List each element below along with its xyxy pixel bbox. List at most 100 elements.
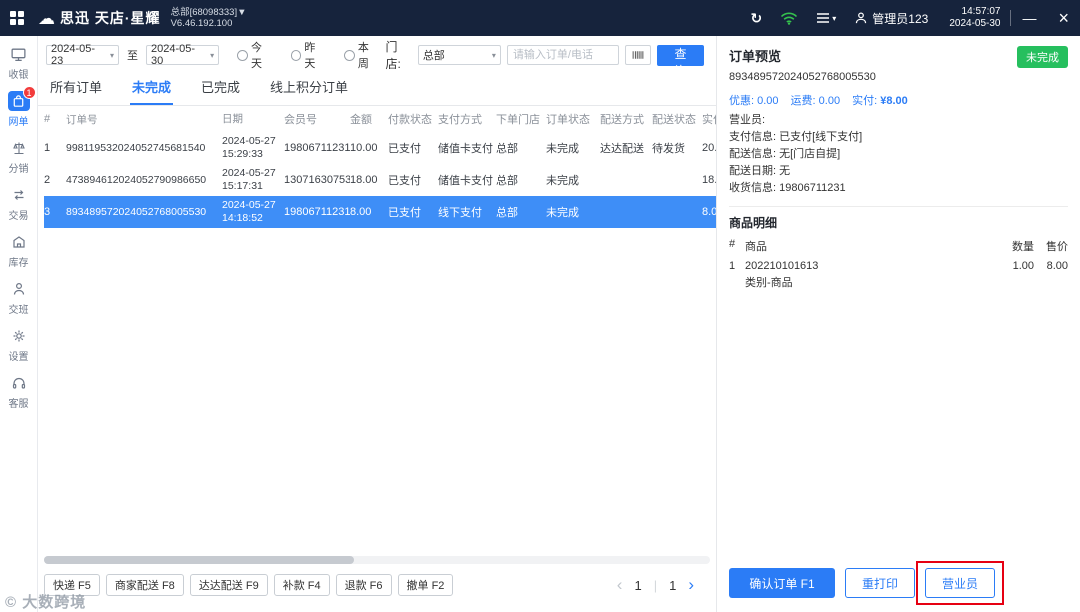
tab-online-points[interactable]: 线上积分订单 <box>268 77 350 105</box>
order-info-lines: 营业员: 支付信息: 已支付[线下支付] 配送信息: 无[门店自提] 配送日期:… <box>729 112 1068 197</box>
date-from-input[interactable]: 2024-05-23 ▾ <box>46 45 119 65</box>
status-badge: 未完成 <box>1017 46 1068 68</box>
supplement-payment-button[interactable]: 补款 F4 <box>274 574 330 596</box>
tab-unfinished[interactable]: 未完成 <box>130 77 173 105</box>
barcode-scan-button[interactable] <box>625 45 651 65</box>
sidebar-item-label: 设置 <box>9 348 29 363</box>
refund-button[interactable]: 退款 F6 <box>336 574 392 596</box>
cancel-order-button[interactable]: 撤单 F2 <box>398 574 454 596</box>
chevron-down-icon: ▾ <box>492 51 496 60</box>
sidebar: 收银 1 网单 分销 交易 <box>0 36 38 612</box>
user-menu[interactable]: 管理员123 <box>854 10 928 27</box>
date-to-input[interactable]: 2024-05-30 ▾ <box>146 45 219 65</box>
next-page-button[interactable]: › <box>688 575 694 595</box>
receiver-info-line: 收货信息: 19806711231 <box>729 180 1068 197</box>
delivery-info-line: 配送信息: 无[门店自提] <box>729 146 1068 163</box>
confirm-order-button[interactable]: 确认订单 F1 <box>729 568 835 598</box>
app-grid-icon[interactable] <box>10 11 24 25</box>
clerk-line: 营业员: <box>729 112 1068 129</box>
divider <box>729 206 1068 207</box>
date-value: 2024-05-30 <box>949 18 1000 30</box>
query-button[interactable]: 查询 <box>657 45 704 66</box>
radio-circle-icon <box>344 50 355 61</box>
product-name: 202210101613 类别-商品 <box>745 260 986 290</box>
warehouse-icon <box>8 232 30 252</box>
sidebar-item-settings[interactable]: 设置 <box>1 326 37 363</box>
brand-cloud-icon: ☁ <box>38 10 55 27</box>
delivery-date-line: 配送日期: 无 <box>729 163 1068 180</box>
sidebar-item-label: 网单 <box>9 113 29 128</box>
sidebar-item-label: 分销 <box>9 160 29 175</box>
amount-summary: 优惠: 0.00 运费: 0.00 实付: ¥8.00 <box>729 92 1068 108</box>
sidebar-item-shift[interactable]: 交班 <box>1 279 37 316</box>
table-row-selected[interactable]: 3 893489572024052768005530 2024-05-2714:… <box>44 196 716 228</box>
tab-finished[interactable]: 已完成 <box>199 77 242 105</box>
sidebar-item-inventory[interactable]: 库存 <box>1 232 37 269</box>
payment-info-line: 支付信息: 已支付[线下支付] <box>729 129 1068 146</box>
sidebar-item-trade[interactable]: 交易 <box>1 185 37 222</box>
app-window: ☁ 思迅 天店·星耀 总部[68098333]▼ V6.46.192.100 ↻… <box>0 0 1080 612</box>
sidebar-item-distribution[interactable]: 分销 <box>1 138 37 175</box>
table-row[interactable]: 2 473894612024052790986650 2024-05-2715:… <box>44 164 716 196</box>
store-info: 总部[68098333]▼ <box>171 7 247 18</box>
wifi-icon <box>780 11 798 25</box>
radio-circle-icon <box>237 50 248 61</box>
radio-this-week[interactable]: 本周 <box>344 39 379 71</box>
merchant-delivery-button[interactable]: 商家配送 F8 <box>106 574 184 596</box>
horizontal-scrollbar <box>44 556 710 564</box>
table-header-row: # 订单号 日期 会员号 金额 付款状态 支付方式 下单门店 订单状态 配送方式… <box>44 106 716 132</box>
topbar: ☁ 思迅 天店·星耀 总部[68098333]▼ V6.46.192.100 ↻… <box>0 0 1080 36</box>
time-value: 14:57:07 <box>949 6 1000 18</box>
task-list-icon[interactable]: ▾ <box>816 12 836 24</box>
order-tabs: 所有订单 未完成 已完成 线上积分订单 <box>38 74 716 106</box>
orders-table: # 订单号 日期 会员号 金额 付款状态 支付方式 下单门店 订单状态 配送方式… <box>44 106 716 228</box>
sidebar-item-service[interactable]: 客服 <box>1 373 37 410</box>
sidebar-item-label: 交易 <box>9 207 29 222</box>
close-button[interactable]: × <box>1047 0 1080 36</box>
detail-header-row: # 商品 数量 售价 <box>729 238 1068 254</box>
clerk-button[interactable]: 营业员 <box>925 568 995 598</box>
version-label: V6.46.192.100 <box>171 18 247 29</box>
gear-icon <box>8 326 30 346</box>
current-page: 1 <box>634 578 641 593</box>
pagination: ‹ 1 | 1 › <box>617 575 708 595</box>
sidebar-item-label: 交班 <box>9 301 29 316</box>
preview-actions: 确认订单 F1 重打印 营业员 <box>729 568 1068 598</box>
dada-delivery-button[interactable]: 达达配送 F9 <box>190 574 268 596</box>
sync-icon[interactable]: ↻ <box>751 10 763 27</box>
date-range-separator: 至 <box>127 47 138 63</box>
store-switcher[interactable]: 总部[68098333]▼ V6.46.192.100 <box>171 7 247 29</box>
reprint-button[interactable]: 重打印 <box>845 568 915 598</box>
brand-title: 思迅 天店·星耀 <box>60 8 161 28</box>
scales-icon <box>8 138 30 158</box>
notification-badge: 1 <box>23 86 36 99</box>
radio-yesterday[interactable]: 昨天 <box>291 39 326 71</box>
store-select[interactable]: 总部 ▾ <box>418 45 501 65</box>
order-search-input[interactable] <box>507 45 619 65</box>
order-list-panel: 2024-05-23 ▾ 至 2024-05-30 ▾ 今天 昨天 本周 门店:… <box>38 36 716 612</box>
tab-all-orders[interactable]: 所有订单 <box>48 77 104 105</box>
order-preview-panel: 订单预览 未完成 893489572024052768005530 优惠: 0.… <box>716 36 1080 612</box>
sidebar-item-label: 收银 <box>9 66 29 81</box>
clock: 14:57:07 2024-05-30 <box>949 6 1000 30</box>
total-pages: 1 <box>669 578 676 593</box>
chevron-down-icon: ▾ <box>110 51 114 60</box>
scrollbar-thumb[interactable] <box>44 556 354 564</box>
radio-circle-icon <box>291 50 302 61</box>
order-actions-bar: 快递 F5 商家配送 F8 达达配送 F9 补款 F4 退款 F6 撤单 F2 … <box>38 572 716 612</box>
preview-order-number: 893489572024052768005530 <box>729 71 1068 83</box>
filter-bar: 2024-05-23 ▾ 至 2024-05-30 ▾ 今天 昨天 本周 门店:… <box>38 36 716 74</box>
minimize-button[interactable]: — <box>1011 0 1047 36</box>
detail-item-row[interactable]: 1 202210101613 类别-商品 1.00 8.00 <box>729 260 1068 290</box>
sidebar-item-cashier[interactable]: 收银 <box>1 44 37 81</box>
sidebar-item-label: 库存 <box>9 254 29 269</box>
sidebar-item-online-orders[interactable]: 1 网单 <box>1 91 37 128</box>
prev-page-button[interactable]: ‹ <box>617 575 623 595</box>
product-spec: 类别-商品 <box>745 274 986 290</box>
person-icon <box>8 279 30 299</box>
table-row[interactable]: 1 998119532024052745681540 2024-05-2715:… <box>44 132 716 164</box>
store-filter-label: 门店: <box>386 38 412 72</box>
chevron-down-icon: ▾ <box>210 51 214 60</box>
user-icon <box>854 11 868 25</box>
radio-today[interactable]: 今天 <box>237 39 272 71</box>
